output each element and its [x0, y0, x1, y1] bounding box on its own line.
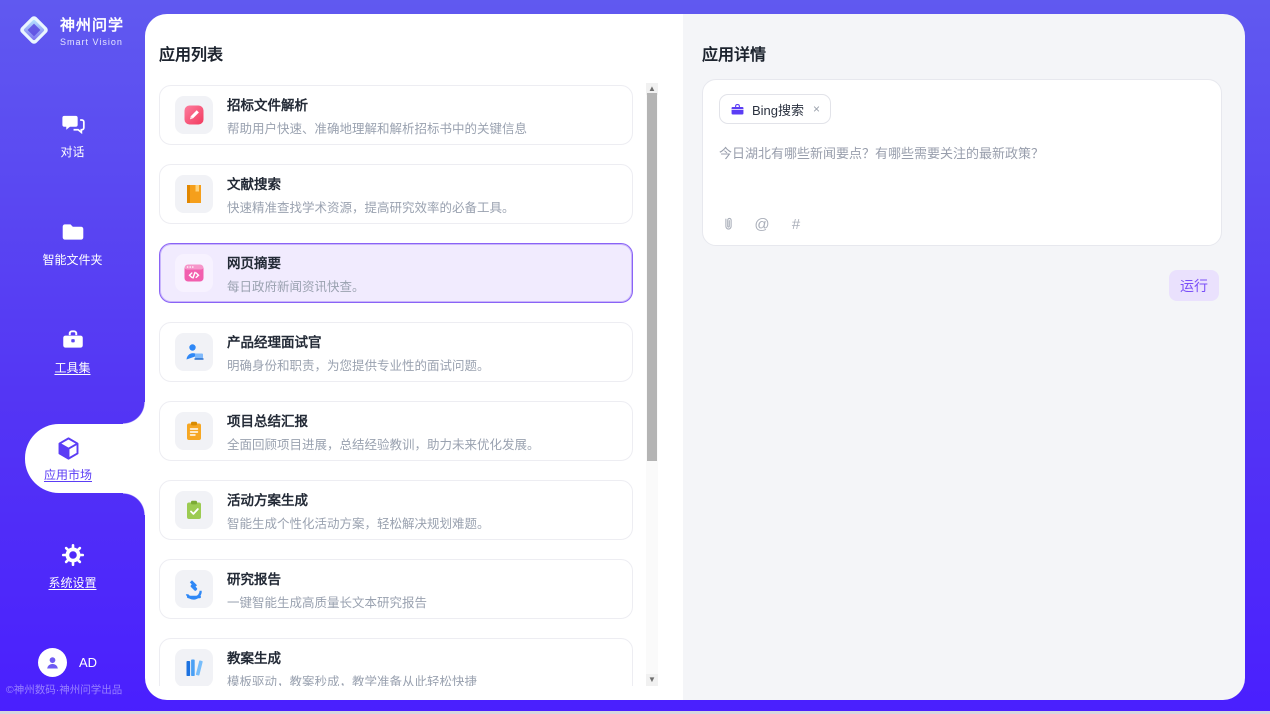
- sidebar-item-1[interactable]: 智能文件夹: [0, 218, 145, 268]
- app-list-title: 应用列表: [159, 41, 223, 65]
- scroll-down-icon[interactable]: ▼: [646, 674, 658, 686]
- app-card-5[interactable]: 活动方案生成 智能生成个性化活动方案，轻松解决规划难题。: [159, 480, 633, 540]
- composer-toolbar: @ #: [719, 215, 805, 233]
- app-card-7[interactable]: 教案生成 模板驱动，教案秒成，教学准备从此轻松快捷: [159, 638, 633, 686]
- toolbox-icon: [59, 326, 86, 353]
- app-description: 全面回顾项目进展，总结经验教训，助力未来优化发展。: [227, 434, 540, 453]
- app-name: 教案生成: [227, 647, 477, 667]
- tool-tag-bing-search[interactable]: Bing搜索 ×: [719, 94, 831, 124]
- app-card-0[interactable]: 招标文件解析 帮助用户快速、准确地理解和解析招标书中的关键信息: [159, 85, 633, 145]
- copyright-footer: ©神州数码·神州问学出品: [6, 682, 139, 697]
- hash-icon[interactable]: #: [787, 215, 805, 233]
- sidebar-item-label: 系统设置: [48, 574, 96, 591]
- app-description: 明确身份和职责，为您提供专业性的面试问题。: [227, 355, 490, 374]
- user-row[interactable]: AD: [38, 648, 97, 677]
- app-list-panel: 应用列表 招标文件解析 帮助用户快速、准确地理解和解析招标书中的关键信息 文献搜…: [145, 14, 683, 700]
- lesson-plan-icon: [175, 649, 213, 686]
- user-name: AD: [79, 655, 97, 670]
- event-plan-icon: [175, 491, 213, 529]
- bid-document-icon: [175, 96, 213, 134]
- app-name: 活动方案生成: [227, 489, 490, 509]
- scrollbar-thumb[interactable]: [647, 93, 657, 461]
- app-card-1[interactable]: 文献搜索 快速精准查找学术资源，提高研究效率的必备工具。: [159, 164, 633, 224]
- project-summary-icon: [175, 412, 213, 450]
- cube-icon: [55, 435, 82, 462]
- app-list-scrollbar: ▲ ▼: [646, 83, 658, 686]
- literature-search-icon: [175, 175, 213, 213]
- app-detail-title: 应用详情: [702, 41, 766, 65]
- app-card-2[interactable]: 网页摘要 每日政府新闻资讯快查。: [159, 243, 633, 303]
- app-name: 产品经理面试官: [227, 331, 490, 351]
- app-description: 每日政府新闻资讯快查。: [227, 276, 365, 295]
- app-description: 智能生成个性化活动方案，轻松解决规划难题。: [227, 513, 490, 532]
- app-name: 招标文件解析: [227, 94, 527, 114]
- sidebar: 神州问学 Smart Vision 对话 智能文件夹 工具集 应用市场 系统设置…: [0, 0, 145, 714]
- app-card-4[interactable]: 项目总结汇报 全面回顾项目进展，总结经验教训，助力未来优化发展。: [159, 401, 633, 461]
- app-frame: 应用列表 招标文件解析 帮助用户快速、准确地理解和解析招标书中的关键信息 文献搜…: [0, 0, 1270, 714]
- sidebar-item-label: 智能文件夹: [42, 251, 102, 268]
- app-name: 网页摘要: [227, 252, 365, 272]
- tag-close-icon[interactable]: ×: [813, 102, 820, 116]
- app-name: 文献搜索: [227, 173, 515, 193]
- query-composer: Bing搜索 × 今日湖北有哪些新闻要点？有哪些需要关注的最新政策？ @ #: [702, 79, 1222, 246]
- diamond-logo-icon: [16, 12, 52, 48]
- app-card-6[interactable]: 研究报告 一键智能生成高质量长文本研究报告: [159, 559, 633, 619]
- folder-icon: [59, 218, 86, 245]
- webpage-summary-icon: [175, 254, 213, 292]
- sidebar-item-2[interactable]: 工具集: [0, 326, 145, 376]
- briefcase-icon: [730, 102, 745, 117]
- app-name: 项目总结汇报: [227, 410, 540, 430]
- sidebar-item-4[interactable]: 系统设置: [0, 541, 145, 591]
- app-card-3[interactable]: 产品经理面试官 明确身份和职责，为您提供专业性的面试问题。: [159, 322, 633, 382]
- research-report-icon: [175, 570, 213, 608]
- sidebar-item-0[interactable]: 对话: [0, 110, 145, 160]
- sidebar-item-label: 工具集: [54, 359, 90, 376]
- query-text[interactable]: 今日湖北有哪些新闻要点？有哪些需要关注的最新政策？: [719, 143, 1205, 162]
- brand-name: 神州问学: [60, 14, 124, 35]
- app-name: 研究报告: [227, 568, 427, 588]
- app-description: 一键智能生成高质量长文本研究报告: [227, 592, 427, 611]
- app-detail-panel: 应用详情 Bing搜索 × 今日湖北有哪些新闻要点？有哪些需要关注的最新政策？: [683, 14, 1245, 700]
- at-icon[interactable]: @: [753, 215, 771, 233]
- app-description: 快速精准查找学术资源，提高研究效率的必备工具。: [227, 197, 515, 216]
- paperclip-icon[interactable]: [719, 215, 737, 233]
- sidebar-item-3[interactable]: 应用市场: [25, 424, 145, 493]
- sidebar-item-label: 应用市场: [44, 466, 92, 483]
- app-list: 招标文件解析 帮助用户快速、准确地理解和解析招标书中的关键信息 文献搜索 快速精…: [159, 83, 633, 686]
- brand-subtitle: Smart Vision: [60, 37, 124, 47]
- tool-tag-label: Bing搜索: [752, 100, 804, 119]
- brand-logo: 神州问学 Smart Vision: [16, 12, 124, 48]
- app-description: 帮助用户快速、准确地理解和解析招标书中的关键信息: [227, 118, 527, 137]
- app-description: 模板驱动，教案秒成，教学准备从此轻松快捷: [227, 671, 477, 687]
- run-button[interactable]: 运行: [1169, 270, 1219, 301]
- sidebar-item-label: 对话: [60, 143, 84, 160]
- gear-icon: [59, 541, 86, 568]
- chat-icon: [59, 110, 86, 137]
- pm-interviewer-icon: [175, 333, 213, 371]
- user-avatar-icon: [38, 648, 67, 677]
